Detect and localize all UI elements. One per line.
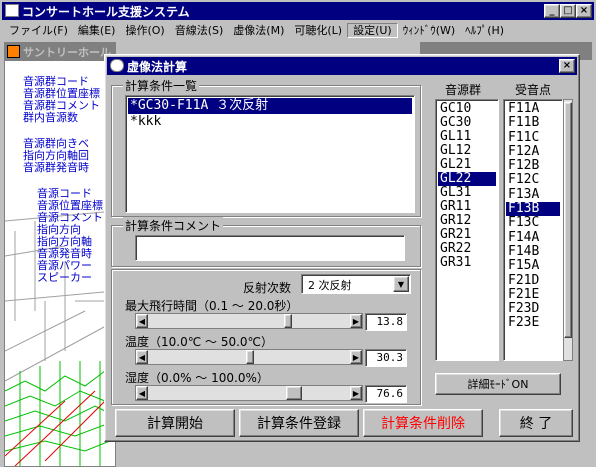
bg-window-title: サントリーホール — [23, 46, 111, 59]
receiver-item[interactable]: F21E — [506, 287, 560, 302]
receiver-item[interactable]: F12B — [506, 159, 560, 173]
source-group-item[interactable]: GL12 — [438, 144, 496, 158]
slider-left-button[interactable]: ◀ — [136, 350, 148, 364]
condition-item[interactable]: *GC30-F11A ３次反射 — [128, 98, 412, 114]
conditions-list[interactable]: *GC30-F11A ３次反射 *kkk — [125, 95, 415, 213]
bg-window-info: 音源群コード 音源群位置座標 音源群コメント 群内音源数 音源群向きベ 指向方向… — [23, 76, 103, 284]
receiver-item[interactable]: F13B — [506, 201, 560, 217]
detail-mode-button[interactable]: 詳細ﾓｰﾄﾞON — [435, 373, 561, 395]
menu-auralize[interactable]: 可聴化(L) — [289, 24, 347, 37]
comment-label: 計算条件コメント — [123, 217, 224, 234]
menu-file[interactable]: ファイル(F) — [4, 24, 73, 37]
receiver-item[interactable]: F14A — [506, 230, 560, 245]
bg-window-icon — [7, 45, 20, 58]
source-group-item[interactable]: GL21 — [438, 158, 496, 172]
app-title: コンサートホール支援システム — [22, 4, 190, 19]
maximize-button[interactable]: □ — [560, 4, 576, 18]
receiver-label: 受音点 — [515, 83, 552, 97]
bg-window: サントリーホール 音源群コード 音源群位置座標 音源群コメント 群内音源数 音源… — [4, 42, 116, 467]
receiver-list[interactable]: F11A F11B F11C F12A F12B F12C F13A F13B … — [503, 99, 563, 361]
bg-window-titlebar: サントリーホール — [5, 43, 115, 61]
source-group-item[interactable]: GR12 — [438, 214, 496, 228]
slider-right-button[interactable]: ▶ — [350, 314, 362, 328]
menu-operation[interactable]: 操作(O) — [120, 24, 169, 37]
source-group-item[interactable]: GL22 — [438, 172, 496, 186]
source-group-item[interactable]: GC10 — [438, 102, 496, 116]
receiver-item[interactable]: F11B — [506, 116, 560, 130]
humidity-value[interactable]: 76.6 — [365, 385, 407, 403]
receiver-item[interactable]: F11A — [506, 101, 560, 116]
close-button[interactable]: × — [576, 4, 592, 18]
menu-edit[interactable]: 編集(E) — [73, 24, 121, 37]
info-line: 群内音源数 — [23, 111, 78, 124]
dialog-close-button[interactable]: × — [559, 59, 575, 73]
receiver-item[interactable]: F12C — [506, 173, 560, 187]
start-calculation-button[interactable]: 計算開始 — [115, 409, 235, 437]
source-group-item[interactable]: GC30 — [438, 116, 496, 130]
source-group-item[interactable]: GL31 — [438, 186, 496, 200]
receiver-scrollbar[interactable] — [563, 99, 573, 361]
slider-thumb[interactable] — [284, 314, 292, 328]
humidity-label: 湿度（0.0% ～ 100.0%） — [125, 371, 269, 385]
source-group-item[interactable]: GR11 — [438, 200, 496, 214]
reflection-select[interactable]: 2 次反射 ▼ — [301, 274, 411, 294]
menu-settings[interactable]: 設定(U) — [347, 23, 398, 38]
receiver-item[interactable]: F12A — [506, 144, 560, 159]
info-line: スピーカー — [37, 271, 92, 284]
menu-ray[interactable]: 音線法(S) — [170, 24, 229, 37]
flight-time-label: 最大飛行時間（0.1 ～ 20.0秒） — [125, 299, 299, 313]
info-line: 音源群発音時 — [23, 161, 89, 174]
app-icon — [5, 4, 19, 17]
menu-image[interactable]: 虚像法(M) — [228, 24, 289, 37]
minimize-button[interactable]: _ — [544, 4, 560, 18]
delete-condition-button[interactable]: 計算条件削除 — [363, 409, 483, 437]
slider-left-button[interactable]: ◀ — [136, 314, 148, 328]
temperature-slider[interactable]: ◀ ▶ — [135, 349, 363, 365]
chevron-down-icon[interactable]: ▼ — [393, 276, 409, 292]
receiver-item[interactable]: F14B — [506, 244, 560, 259]
source-group-list[interactable]: GC10 GC30 GL11 GL12 GL21 GL22 GL31 GR11 … — [435, 99, 499, 361]
end-button[interactable]: 終 了 — [499, 409, 573, 437]
menu-help[interactable]: ﾍﾙﾌﾟ(H) — [460, 24, 509, 37]
source-group-item[interactable]: GR31 — [438, 256, 496, 270]
humidity-slider[interactable]: ◀ ▶ — [135, 385, 363, 401]
reflection-label: 反射次数 — [243, 281, 292, 295]
menu-bar: ファイル(F) 編集(E) 操作(O) 音線法(S) 虚像法(M) 可聴化(L) 設定(U)… — [4, 22, 594, 40]
comment-input[interactable] — [135, 235, 405, 261]
slider-thumb[interactable] — [286, 386, 302, 400]
source-group-label: 音源群 — [445, 83, 482, 97]
condition-item[interactable]: *kkk — [128, 114, 412, 130]
receiver-item[interactable]: F11C — [506, 130, 560, 145]
flight-time-slider[interactable]: ◀ ▶ — [135, 313, 363, 329]
source-group-item[interactable]: GL11 — [438, 130, 496, 144]
conditions-label: 計算条件一覧 — [123, 77, 200, 94]
slider-right-button[interactable]: ▶ — [350, 386, 362, 400]
receiver-item[interactable]: F13C — [506, 216, 560, 230]
temperature-label: 温度（10.0℃ ～ 50.0℃） — [125, 335, 274, 349]
source-group-item[interactable]: GR21 — [438, 228, 496, 242]
receiver-item[interactable]: F13A — [506, 187, 560, 202]
receiver-item[interactable]: F23D — [506, 302, 560, 316]
flight-time-value[interactable]: 13.8 — [365, 313, 407, 331]
app-titlebar: コンサートホール支援システム _ □ × — [2, 2, 594, 20]
menu-window[interactable]: ｳｨﾝﾄﾞｳ(W) — [398, 24, 460, 37]
source-group-item[interactable]: GR22 — [438, 242, 496, 256]
slider-right-button[interactable]: ▶ — [350, 350, 362, 364]
receiver-item[interactable]: F15A — [506, 259, 560, 273]
receiver-item[interactable]: F21D — [506, 273, 560, 288]
slider-thumb[interactable] — [246, 350, 254, 364]
dialog-icon — [110, 59, 124, 72]
image-method-dialog: 虚像法計算 × 計算条件一覧 *GC30-F11A ３次反射 *kkk 計算条件… — [104, 54, 580, 442]
register-condition-button[interactable]: 計算条件登録 — [239, 409, 359, 437]
scroll-thumb[interactable] — [564, 102, 572, 338]
dialog-title: 虚像法計算 — [127, 59, 188, 74]
slider-left-button[interactable]: ◀ — [136, 386, 148, 400]
receiver-item[interactable]: F23E — [506, 316, 560, 330]
reflection-value: 2 次反射 — [308, 279, 352, 292]
dialog-titlebar: 虚像法計算 × — [107, 57, 577, 75]
temperature-value[interactable]: 30.3 — [365, 349, 407, 367]
